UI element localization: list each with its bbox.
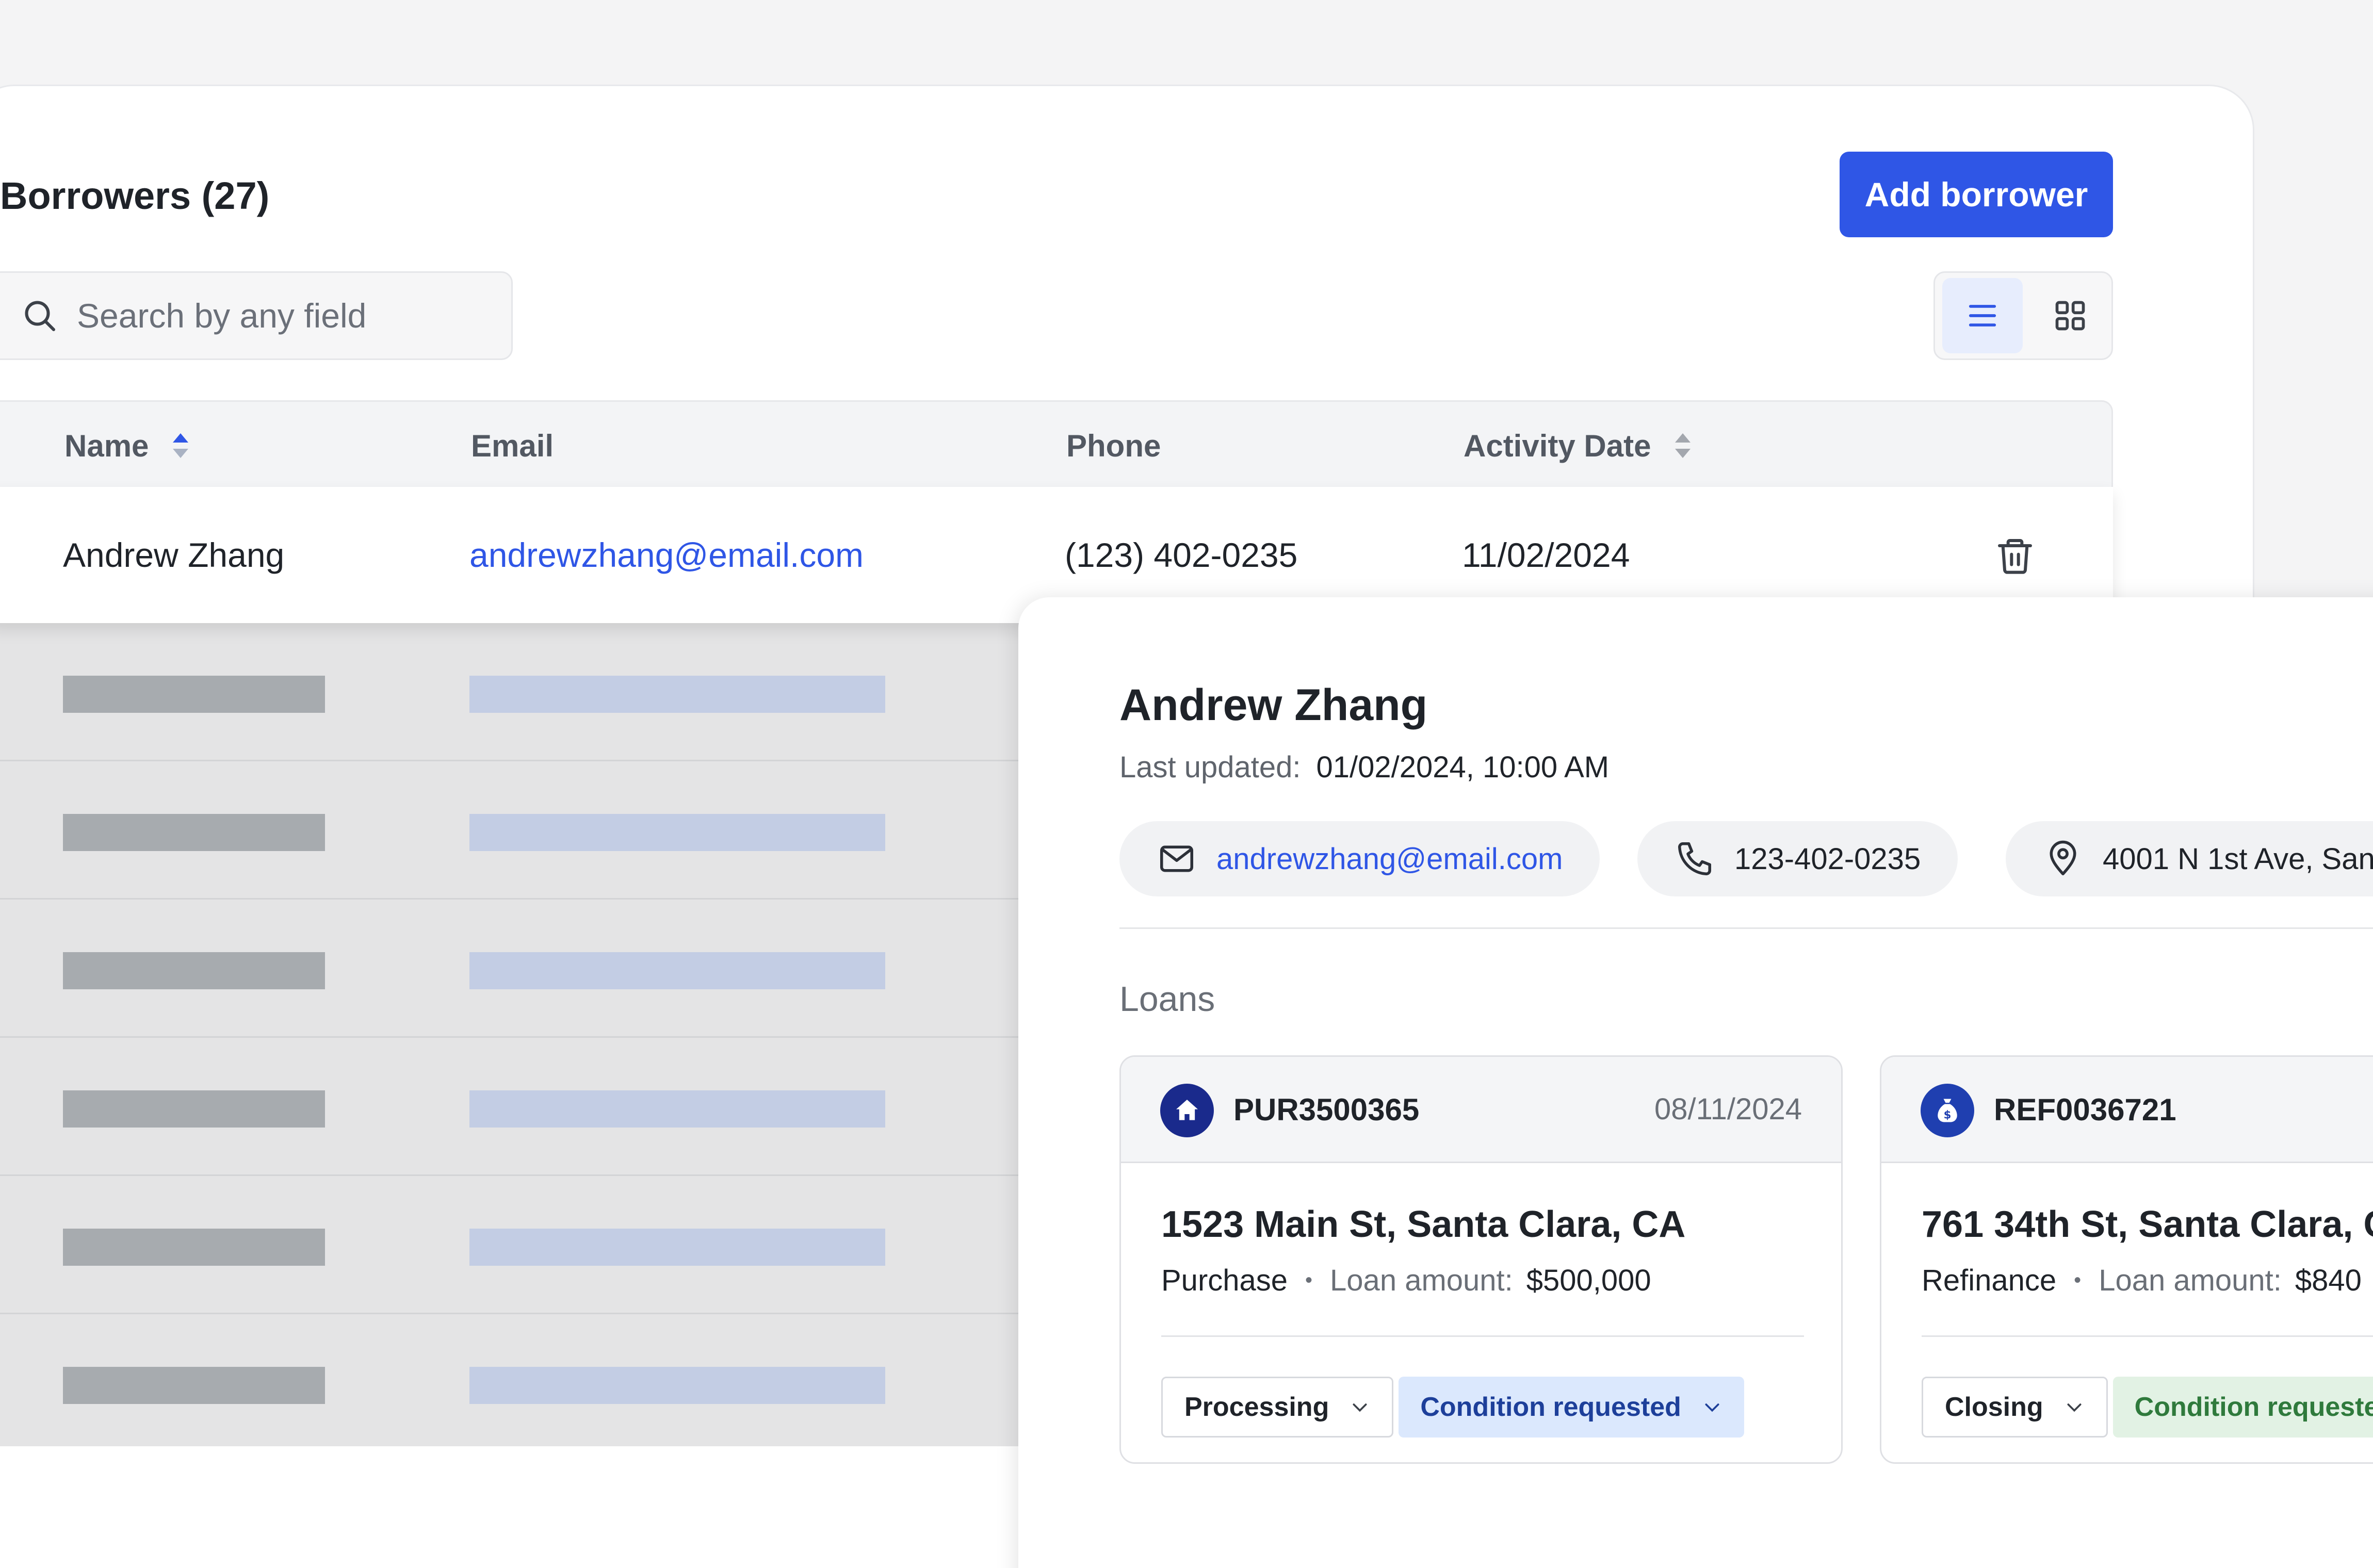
phone-chip[interactable]: 123-402-0235 (1637, 821, 1958, 896)
location-pin-icon (2050, 840, 2076, 876)
row-name: Andrew Zhang (63, 536, 285, 574)
condition-label: Condition requested (1420, 1392, 1681, 1422)
chevron-down-icon (1353, 1403, 1367, 1412)
placeholder-email (469, 1229, 885, 1266)
loan-id: REF0036721 (1994, 1092, 2176, 1127)
sort-ascending-icon[interactable] (169, 430, 192, 461)
separator-dot: • (2074, 1269, 2082, 1292)
list-view-icon (1969, 305, 1996, 326)
search-input[interactable] (77, 296, 479, 335)
loans-heading: Loans (1119, 979, 1215, 1019)
loan-amount: $500,000 (1526, 1264, 1651, 1297)
placeholder-name (63, 1229, 325, 1266)
condition-label: Condition requested (2134, 1392, 2373, 1422)
column-header-phone: Phone (1066, 402, 1161, 489)
loan-status-row: Processing Condition requested (1161, 1377, 1744, 1438)
placeholder-name (63, 814, 325, 851)
loan-type: Refinance (1922, 1264, 2057, 1297)
loan-type: Purchase (1161, 1264, 1288, 1297)
loan-type-badge: $ (1921, 1084, 1974, 1137)
loan-card-header: $ REF0036721 (1881, 1057, 2373, 1163)
placeholder-name (63, 1367, 325, 1404)
phone-icon (1678, 842, 1712, 876)
condition-dropdown[interactable]: Condition requested (1399, 1377, 1744, 1438)
loan-meta: Refinance • Loan amount: $840 (1922, 1263, 2362, 1298)
column-header-activity-date[interactable]: Activity Date (1464, 402, 1694, 489)
stage-dropdown[interactable]: Processing (1161, 1377, 1394, 1438)
placeholder-email (469, 814, 885, 851)
last-updated-value: 01/02/2024, 10:00 AM (1316, 750, 1610, 784)
email-chip[interactable]: andrewzhang@email.com (1119, 821, 1600, 896)
stage-dropdown[interactable]: Closing (1922, 1377, 2108, 1438)
divider (1161, 1335, 1804, 1337)
condition-dropdown[interactable]: Condition requested (2112, 1377, 2373, 1438)
loan-address: 761 34th St, Santa Clara, C (1922, 1204, 2373, 1245)
placeholder-name (63, 676, 325, 713)
column-label-name: Name (64, 428, 149, 463)
svg-text:$: $ (1944, 1109, 1952, 1122)
search-field[interactable] (0, 271, 513, 360)
loan-card-header: PUR3500365 08/11/2024 (1121, 1057, 1841, 1163)
last-updated-label: Last updated: (1119, 750, 1301, 784)
table-header: Name Email Phone Activity Date (0, 400, 2113, 488)
loan-amount-label: Loan amount: (2099, 1264, 2282, 1297)
address-chip-value: 4001 N 1st Ave, Sant (2103, 842, 2373, 876)
loan-card[interactable]: PUR3500365 08/11/2024 1523 Main St, Sant… (1119, 1055, 1843, 1464)
borrower-detail-panel: Andrew Zhang Last updated: 01/02/2024, 1… (1018, 597, 2373, 1568)
loan-type-badge (1160, 1084, 1214, 1137)
home-icon (1176, 1100, 1198, 1120)
chevron-down-icon (2067, 1403, 2082, 1412)
placeholder-email (469, 952, 885, 989)
placeholder-email (469, 1367, 885, 1404)
column-label-activity-date: Activity Date (1464, 428, 1651, 463)
placeholder-name (63, 952, 325, 989)
loan-card[interactable]: $ REF0036721 761 34th St, Santa Clara, C… (1880, 1055, 2373, 1464)
column-header-name[interactable]: Name (64, 402, 192, 489)
trash-icon[interactable] (1994, 535, 2036, 577)
grid-view-icon (2055, 301, 2085, 331)
stage-label: Closing (1945, 1392, 2043, 1422)
add-borrower-button[interactable]: Add borrower (1840, 152, 2113, 237)
column-label-email: Email (471, 428, 554, 463)
phone-chip-value: 123-402-0235 (1734, 842, 1921, 876)
sort-icon[interactable] (1671, 430, 1694, 461)
borrower-name: Andrew Zhang (1119, 680, 1428, 730)
separator-dot: • (1305, 1269, 1313, 1292)
loan-id: PUR3500365 (1233, 1092, 1420, 1127)
stage-label: Processing (1184, 1392, 1329, 1422)
page-title: Borrowers (27) (0, 174, 270, 217)
column-header-email: Email (471, 402, 554, 489)
email-chip-value: andrewzhang@email.com (1216, 842, 1563, 876)
placeholder-email (469, 676, 885, 713)
placeholder-email (469, 1090, 885, 1128)
loan-address: 1523 Main St, Santa Clara, CA (1161, 1204, 1686, 1245)
address-chip[interactable]: 4001 N 1st Ave, Sant (2006, 821, 2373, 896)
loan-amount: $840 (2295, 1264, 2362, 1297)
money-bag-icon: $ (1938, 1099, 1957, 1122)
list-view-button[interactable] (1942, 278, 2023, 353)
loan-amount-label: Loan amount: (1330, 1264, 1513, 1297)
placeholder-name (63, 1090, 325, 1128)
row-email-link[interactable]: andrewzhang@email.com (469, 487, 864, 623)
divider (1119, 927, 2373, 929)
loan-meta: Purchase • Loan amount: $500,000 (1161, 1263, 1651, 1298)
chevron-down-icon (1705, 1403, 1719, 1412)
loan-date: 08/11/2024 (1654, 1092, 1802, 1126)
grid-view-button[interactable] (2030, 278, 2110, 353)
view-toggle (1933, 271, 2113, 360)
search-icon (25, 301, 55, 331)
loan-status-row: Closing Condition requested (1922, 1377, 2373, 1438)
mail-icon (1160, 845, 1194, 872)
divider (1922, 1335, 2373, 1337)
last-updated: Last updated: 01/02/2024, 10:00 AM (1119, 750, 1609, 785)
column-label-phone: Phone (1066, 428, 1161, 463)
